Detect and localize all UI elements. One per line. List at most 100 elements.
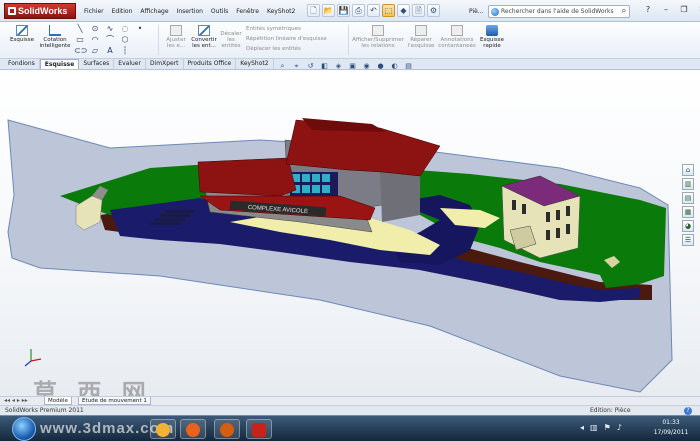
explorer-app-button[interactable] (150, 419, 176, 439)
new-document-icon[interactable]: 🗋 (307, 4, 320, 17)
appearances-icon[interactable]: ◕ (682, 220, 694, 232)
mediaplayer-app-icon (220, 423, 234, 437)
system-tray: ◂ ▥ ⚑ ♪ (580, 423, 622, 433)
centerline-tool-icon[interactable]: ┆ (119, 46, 131, 56)
polygon-tool-icon[interactable]: ⬡ (119, 35, 131, 45)
convert-entities-icon (198, 25, 210, 36)
slot-tool-icon[interactable]: ⊂⊃ (74, 46, 87, 56)
open-folder-icon[interactable]: 📂 (322, 4, 335, 17)
menu-fenetre[interactable]: Fenêtre (232, 0, 263, 22)
custom-properties-icon[interactable]: ☰ (682, 234, 694, 246)
help-search-input[interactable]: Rechercher dans l'aide de SolidWorks (488, 5, 630, 18)
close-button[interactable]: ✕ (694, 3, 700, 17)
menu-insertion[interactable]: Insertion (173, 0, 207, 22)
menu-edition[interactable]: Edition (108, 0, 137, 22)
ellipse-tool-icon[interactable]: ◌ (119, 24, 131, 34)
tab-modele[interactable]: Modèle (44, 397, 72, 405)
display-relations-button[interactable]: Afficher/Supprimer les relations (352, 25, 404, 49)
tray-volume-icon[interactable]: ♪ (617, 423, 622, 433)
plane-tool-icon[interactable]: ▱ (89, 46, 101, 56)
repair-sketch-icon (415, 25, 427, 36)
clock-time: 01:33 (662, 419, 680, 426)
search-icon[interactable]: ⌕ (618, 5, 630, 18)
command-manager-ribbon: Esquisse Cotation intelligente ╲ ⊙ ∿ ◌ •… (0, 22, 700, 59)
move-entities-item[interactable]: Déplacer les entités (246, 44, 327, 54)
text-tool-icon[interactable]: A (104, 46, 116, 56)
mirror-entities-item[interactable]: Entités symétriques (246, 24, 327, 34)
tab-motion-study-1[interactable]: Etude de mouvement 1 (78, 397, 151, 405)
save-icon[interactable]: 💾 (337, 4, 350, 17)
menu-bar: Fichier Edition Affichage Insertion Outi… (80, 0, 299, 22)
main-building-windows (290, 172, 338, 196)
solidworks-app-button[interactable] (246, 419, 272, 439)
search-placeholder: Rechercher dans l'aide de SolidWorks (501, 8, 614, 15)
point-tool-icon[interactable]: • (134, 24, 146, 34)
firefox-app-button[interactable] (180, 419, 206, 439)
smart-dimension-button[interactable]: Cotation intelligente (38, 25, 72, 49)
tab-scroll-arrows-icon[interactable]: ◂◂ ◂ ▸ ▸▸ (4, 397, 28, 405)
orientation-triad (24, 349, 42, 367)
upper-roof-ridge (302, 118, 386, 132)
select-arrow-icon[interactable]: ⬚ (382, 4, 395, 17)
relations-label-2: les relations (361, 43, 395, 49)
tab-produits-office[interactable]: Produits Office (184, 59, 237, 69)
rapid-sketch-icon (486, 25, 498, 36)
trim-button[interactable]: Ajuster les e... (162, 25, 190, 49)
convert-entities-button[interactable]: Convertir les ent... (190, 25, 218, 49)
tray-network-icon[interactable]: ▥ (590, 423, 598, 433)
arc-tool-icon[interactable]: ◠ (89, 35, 101, 45)
tab-esquisse[interactable]: Esquisse (39, 59, 80, 69)
offset-entities-button[interactable]: Décaler les entités (218, 31, 244, 49)
options-icon[interactable]: ⚙ (427, 4, 440, 17)
triad-z-axis (24, 360, 32, 367)
tab-dimxpert[interactable]: DimXpert (146, 59, 184, 69)
fillet-tool-icon[interactable]: ⌒ (104, 35, 116, 45)
minimize-button[interactable]: – (658, 3, 674, 17)
menu-outils[interactable]: Outils (207, 0, 232, 22)
rectangle-tool-icon[interactable]: ▭ (74, 35, 86, 45)
rapid-sketch-button[interactable]: Esquisse rapide (478, 25, 506, 49)
line-tool-icon[interactable]: ╲ (74, 24, 86, 34)
start-button[interactable] (12, 417, 36, 441)
repair-sketch-button[interactable]: Réparer l'esquisse (406, 25, 436, 49)
graphics-area[interactable]: COMPLEXE AVICOLE ⌂ ▥ ▤ ▦ ◕ ☰ (0, 70, 700, 396)
cotation-label-2: intelligente (39, 43, 71, 49)
undo-icon[interactable]: ↶ (367, 4, 380, 17)
3d-model-scene[interactable]: COMPLEXE AVICOLE (0, 70, 700, 396)
tab-evaluer[interactable]: Evaluer (114, 59, 146, 69)
spline-tool-icon[interactable]: ∿ (104, 24, 116, 34)
model-tab-bar: ◂◂ ◂ ▸ ▸▸ Modèle Etude de mouvement 1 (0, 396, 700, 405)
file-explorer-icon[interactable]: ▤ (682, 192, 694, 204)
menu-affichage[interactable]: Affichage (136, 0, 172, 22)
circle-tool-icon[interactable]: ⊙ (89, 24, 101, 34)
print-icon[interactable]: ⎙ (352, 4, 365, 17)
tab-keyshot2[interactable]: KeyShot2 (236, 59, 274, 69)
design-library-icon[interactable]: ▥ (682, 178, 694, 190)
tray-arrow-icon[interactable]: ◂ (580, 423, 584, 433)
tray-flag-icon[interactable]: ⚑ (604, 423, 611, 433)
menu-keyshot2[interactable]: KeyShot2 (263, 0, 299, 22)
esquisse-button[interactable]: Esquisse (6, 25, 38, 43)
sketch-tools-grid: ╲ ⊙ ∿ ◌ • ▭ ◠ ⌒ ⬡ ⊂⊃ ▱ A ┆ (74, 24, 156, 56)
convertir-label-2: les ent... (192, 43, 216, 49)
solidworks-logo[interactable]: SolidWorks (4, 3, 76, 19)
linear-pattern-item[interactable]: Répétition linéaire d'esquisse (246, 34, 327, 44)
smart-dimension-icon (49, 25, 61, 36)
help-button[interactable]: ? (640, 3, 656, 17)
help-icon[interactable]: ? (684, 407, 692, 415)
mediaplayer-app-button[interactable] (214, 419, 240, 439)
instant-annotations-button[interactable]: Annotations contantaneés (438, 25, 476, 49)
tab-surfaces[interactable]: Surfaces (79, 59, 115, 69)
restore-button[interactable]: ❐ (676, 3, 692, 17)
title-bar: SolidWorks Fichier Edition Affichage Ins… (0, 0, 700, 22)
reparer-label-2: l'esquisse (407, 43, 435, 49)
view-palette-icon[interactable]: ▦ (682, 206, 694, 218)
file-properties-icon[interactable]: 🗎 (412, 4, 425, 17)
rebuild-icon[interactable]: ◆ (397, 4, 410, 17)
resources-icon[interactable]: ⌂ (682, 164, 694, 176)
tab-fonctions[interactable]: Fondions (4, 59, 40, 69)
ribbon-separator (348, 25, 349, 55)
decaler-label-3: entités (221, 43, 241, 49)
clock[interactable]: 01:33 17/09/2011 (646, 418, 696, 438)
menu-fichier[interactable]: Fichier (80, 0, 108, 22)
